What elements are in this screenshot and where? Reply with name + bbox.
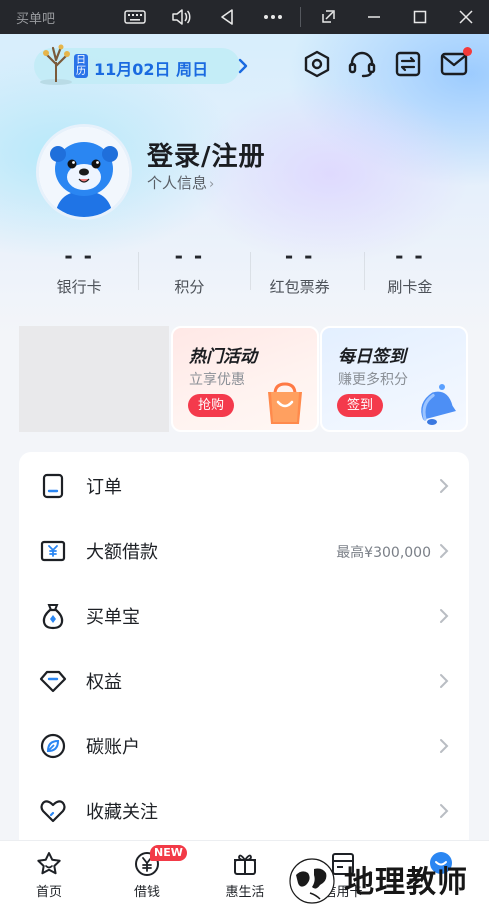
menu-item-benefits[interactable]: 权益 [19, 648, 469, 713]
menu-label: 收藏关注 [86, 802, 158, 823]
loan-icon [40, 540, 66, 562]
stat-value: - - [284, 244, 315, 268]
watermark-text: 地理教师 [344, 865, 468, 900]
stat-label: 红包票券 [269, 278, 330, 296]
chevron-right-icon: › [209, 177, 215, 192]
promo-title: 热门活动 [189, 347, 257, 367]
tab-life[interactable]: 惠生活 [196, 841, 294, 905]
chevron-right-icon [238, 58, 248, 74]
menu-item-favorites[interactable]: 收藏关注 [19, 778, 469, 843]
hot-activity-card[interactable]: 热门活动 立享优惠 抢购 [171, 326, 319, 432]
stats-row: - - 银行卡 - - 积分 - - 红包票券 - - 刷卡金 [24, 244, 465, 300]
stat-divider [364, 252, 365, 290]
maximize-icon[interactable] [408, 5, 432, 29]
globe-logo-icon [289, 858, 335, 904]
avatar[interactable] [36, 124, 132, 220]
menu-label: 大额借款 [86, 542, 158, 563]
calendar-tag: 日历 [74, 54, 88, 78]
tab-home[interactable]: 首页 [0, 841, 98, 905]
carbon-leaf-icon [40, 733, 66, 759]
bell-icon [421, 384, 456, 425]
stat-divider [138, 252, 139, 290]
watermark: 地理教师 [286, 855, 486, 905]
transfer-icon[interactable] [393, 48, 423, 80]
promo-placeholder [19, 326, 169, 432]
tab-label: 借钱 [133, 885, 160, 900]
loan-limit-text: 最高¥300,000 [336, 545, 431, 561]
stat-value: - - [64, 244, 94, 268]
personal-info-link[interactable]: 个人信息 › [147, 172, 214, 193]
close-icon[interactable] [454, 5, 478, 29]
chevron-right-icon [440, 479, 449, 493]
calendar-pill[interactable]: 日历 11月02日 周日 [34, 44, 248, 85]
notification-dot [463, 47, 472, 56]
back-icon[interactable] [215, 5, 239, 29]
keyboard-icon[interactable] [123, 5, 147, 29]
chevron-right-icon [440, 739, 449, 753]
more-icon[interactable] [261, 5, 285, 29]
menu-label: 权益 [86, 672, 122, 693]
system-toolbar: 买单吧 [0, 0, 489, 34]
stat-coupons[interactable]: - - 红包票券 [245, 244, 355, 300]
chevron-right-icon [440, 804, 449, 818]
daily-signin-card[interactable]: 每日签到 赚更多积分 签到 [320, 326, 468, 432]
login-register-link[interactable]: 登录/注册 [147, 136, 266, 173]
bear-mascot-icon [39, 127, 129, 217]
stat-label: 银行卡 [56, 278, 102, 296]
stat-value: - - [174, 244, 205, 268]
money-bag-icon [42, 604, 64, 630]
menu-label: 买单宝 [86, 607, 140, 628]
signin-button[interactable]: 签到 [337, 394, 384, 417]
chevron-right-icon [440, 674, 449, 688]
menu-item-maidanbao[interactable]: 买单宝 [19, 583, 469, 648]
chevron-right-icon [440, 609, 449, 623]
toolbar-divider [300, 7, 301, 27]
shopping-bag-icon [268, 382, 302, 424]
volume-icon[interactable] [169, 5, 193, 29]
personal-info-label: 个人信息 [147, 174, 208, 192]
stat-value: - - [395, 244, 425, 268]
app-name: 买单吧 [16, 11, 56, 27]
menu-label: 订单 [86, 477, 122, 498]
star-home-icon [37, 852, 61, 875]
tab-label: 惠生活 [225, 885, 265, 900]
promo-title: 每日签到 [338, 347, 406, 367]
stat-divider [250, 252, 251, 290]
promo-subtitle: 立享优惠 [189, 372, 245, 388]
stat-card-cash[interactable]: - - 刷卡金 [355, 244, 465, 300]
settings-icon[interactable] [302, 48, 332, 80]
stat-label: 刷卡金 [387, 278, 433, 296]
restore-icon[interactable] [316, 5, 340, 29]
tab-label: 首页 [35, 885, 62, 900]
grab-button[interactable]: 抢购 [188, 394, 235, 417]
order-icon [42, 473, 64, 499]
stat-points[interactable]: - - 积分 [134, 244, 244, 300]
tree-icon [40, 44, 72, 85]
menu-item-large-loan[interactable]: 大额借款 最高¥300,000 [19, 518, 469, 583]
diamond-icon [39, 670, 67, 693]
date-text: 11月02日 周日 [94, 60, 209, 79]
menu-item-carbon-account[interactable]: 碳账户 [19, 713, 469, 778]
menu-list: 订单 大额借款 最高¥300,000 买单宝 权益 碳账户 收藏关注 [19, 452, 469, 852]
new-badge: NEW [150, 845, 187, 861]
minimize-icon[interactable] [362, 5, 386, 29]
heart-icon [40, 800, 66, 823]
menu-item-order[interactable]: 订单 [19, 453, 469, 518]
customer-service-icon[interactable] [347, 48, 377, 80]
stat-bank-cards[interactable]: - - 银行卡 [24, 244, 134, 300]
chevron-right-icon [440, 544, 449, 558]
menu-label: 碳账户 [86, 737, 140, 758]
promo-subtitle: 赚更多积分 [338, 372, 408, 388]
stat-label: 积分 [174, 278, 205, 296]
gift-icon [234, 854, 256, 875]
